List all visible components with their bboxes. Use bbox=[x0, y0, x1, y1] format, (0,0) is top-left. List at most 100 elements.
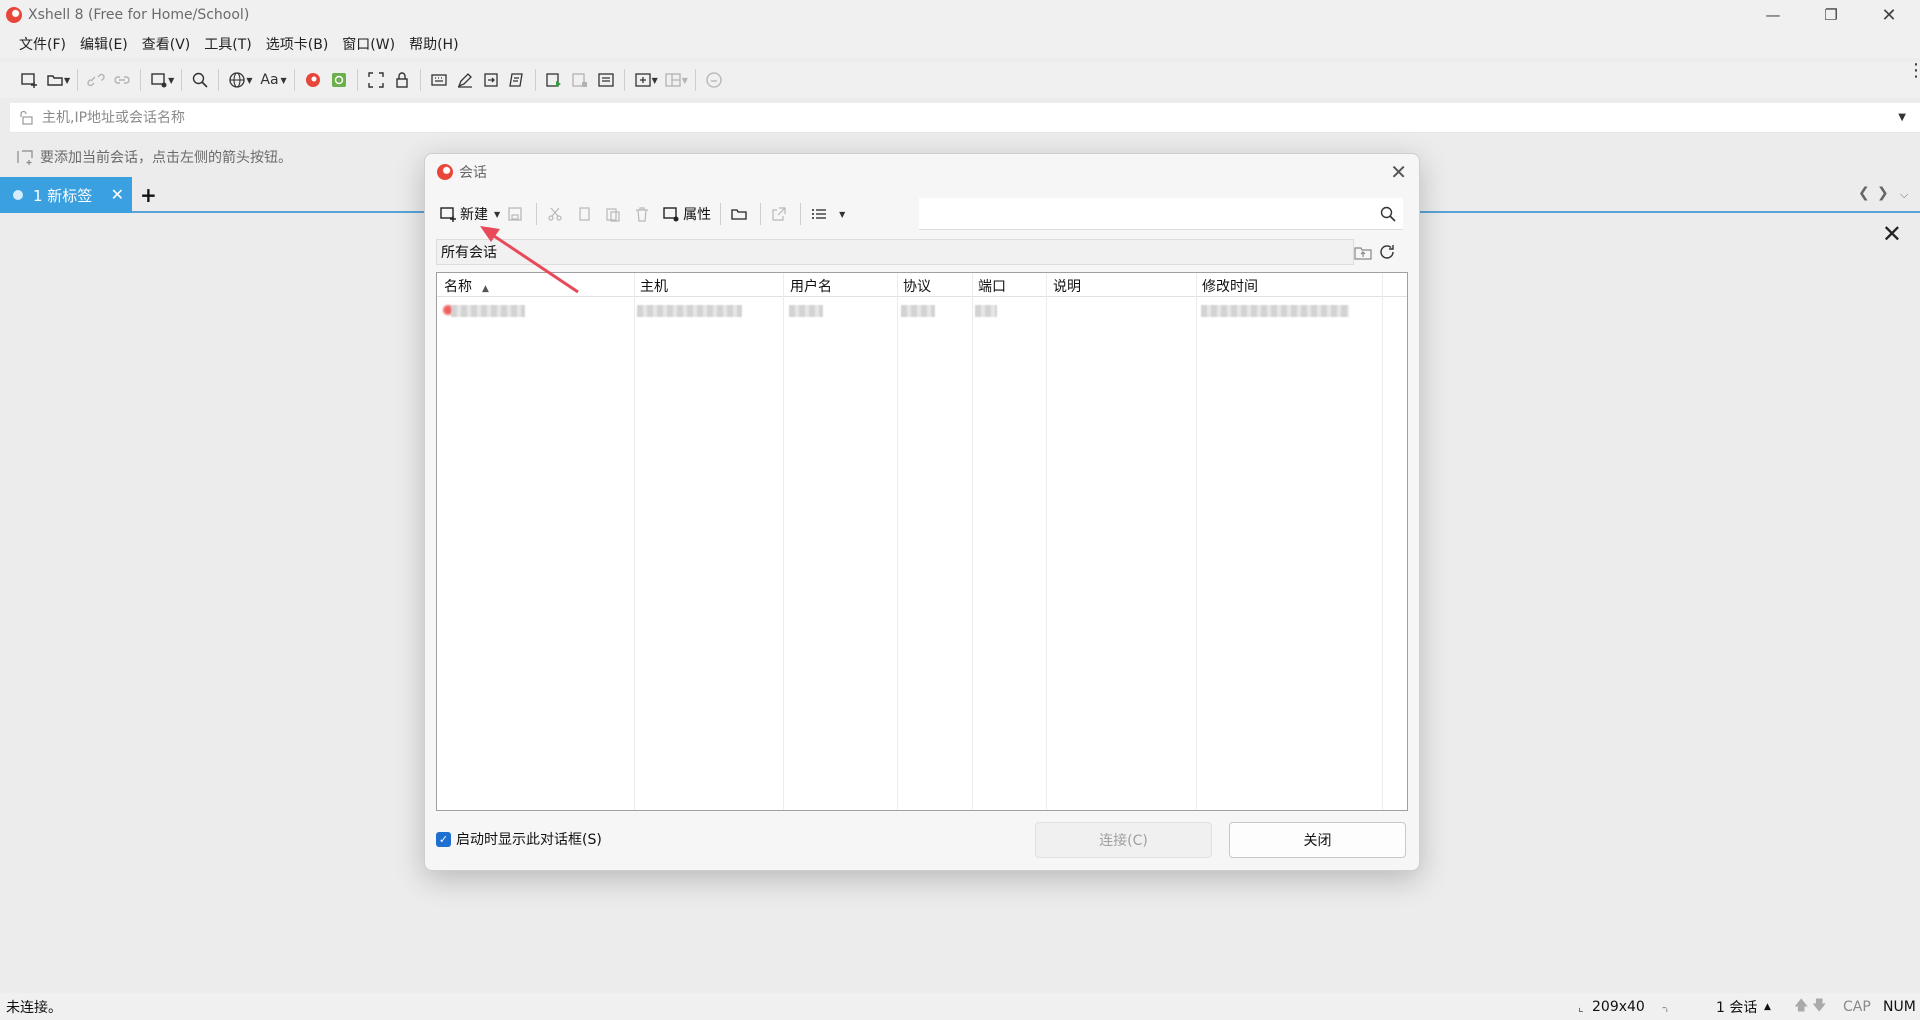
reconnect-link-icon[interactable] bbox=[109, 67, 135, 93]
menu-view[interactable]: 查看(V) bbox=[135, 34, 198, 54]
tab-prev-icon[interactable]: ❮ bbox=[1858, 185, 1870, 201]
tab-next-icon[interactable]: ❯ bbox=[1877, 185, 1889, 201]
num-lock-indicator: NUM bbox=[1883, 998, 1916, 1015]
close-panel-icon[interactable]: ✕ bbox=[1882, 220, 1902, 248]
menu-window[interactable]: 窗口(W) bbox=[335, 34, 402, 54]
copy-icon[interactable] bbox=[571, 200, 600, 228]
transfer-icon[interactable] bbox=[478, 67, 504, 93]
connect-button[interactable]: 连接(C) bbox=[1035, 822, 1212, 858]
scroll-down-icon[interactable]: 🡇 bbox=[1812, 995, 1826, 1019]
open-folder-icon[interactable] bbox=[726, 200, 755, 228]
fullscreen-icon[interactable] bbox=[363, 67, 389, 93]
redacted-port-cell bbox=[975, 305, 997, 317]
close-dialog-button[interactable]: 关闭 bbox=[1229, 822, 1406, 858]
save-icon[interactable] bbox=[502, 200, 531, 228]
new-session-label: 新建 bbox=[460, 207, 488, 223]
find-icon[interactable] bbox=[187, 67, 213, 93]
cursor-pos-icon: ⌍ bbox=[1662, 999, 1672, 1014]
dialog-title-bar: 会话 ✕ bbox=[425, 154, 1419, 190]
delete-icon[interactable] bbox=[629, 200, 658, 228]
xftp-icon[interactable] bbox=[326, 67, 352, 93]
properties-button[interactable]: 属性 bbox=[658, 200, 715, 228]
tab-list-icon[interactable]: ⌵ bbox=[1900, 188, 1908, 202]
show-on-startup-label: 启动时显示此对话框(S) bbox=[456, 832, 602, 848]
add-session-arrow-icon[interactable] bbox=[16, 148, 34, 166]
dialog-toolbar-separator bbox=[536, 203, 538, 225]
refresh-icon[interactable] bbox=[1377, 242, 1397, 262]
checkbox-checked-icon[interactable]: ✓ bbox=[436, 831, 451, 847]
tab-group-dropdown-icon[interactable]: ▼ bbox=[652, 76, 658, 85]
address-input[interactable] bbox=[42, 109, 1842, 126]
scroll-up-icon[interactable]: 🡅 bbox=[1794, 995, 1808, 1019]
toolbar-separator bbox=[534, 69, 536, 91]
show-on-startup-checkbox[interactable]: ✓ 启动时显示此对话框(S) bbox=[436, 829, 602, 849]
disconnect-link-icon[interactable] bbox=[83, 67, 109, 93]
toolbar-separator bbox=[356, 69, 358, 91]
open-dropdown-icon[interactable]: ▼ bbox=[64, 76, 70, 85]
col-header-modified[interactable]: 修改时间 bbox=[1202, 276, 1258, 296]
toolbar-separator bbox=[181, 69, 183, 91]
lock-icon[interactable] bbox=[389, 67, 415, 93]
restore-button[interactable]: ❐ bbox=[1802, 0, 1860, 30]
col-header-description[interactable]: 说明 bbox=[1053, 276, 1081, 296]
redacted-modified-cell bbox=[1201, 305, 1349, 317]
toolbar-separator bbox=[218, 69, 220, 91]
menu-tabs[interactable]: 选项卡(B) bbox=[259, 34, 336, 54]
caps-lock-indicator: CAP bbox=[1843, 998, 1871, 1015]
hint-text: 要添加当前会话，点击左侧的箭头按钮。 bbox=[40, 150, 292, 166]
session-search-input[interactable] bbox=[925, 205, 1365, 222]
chat-icon[interactable] bbox=[701, 67, 727, 93]
paste-icon[interactable] bbox=[600, 200, 629, 228]
encoding-dropdown-icon[interactable]: ▼ bbox=[246, 76, 252, 85]
redacted-protocol-cell bbox=[901, 305, 935, 317]
col-header-host[interactable]: 主机 bbox=[640, 276, 668, 296]
new-dropdown-icon[interactable]: ▼ bbox=[494, 210, 500, 219]
keyboard-icon[interactable] bbox=[426, 67, 452, 93]
xshell-logo-icon bbox=[6, 7, 22, 23]
address-lock-icon bbox=[20, 110, 33, 125]
session-list-header: 名称 ▲ 主机 用户名 协议 端口 说明 修改时间 bbox=[437, 273, 1407, 297]
session-list[interactable]: 名称 ▲ 主机 用户名 协议 端口 说明 修改时间 bbox=[436, 272, 1408, 811]
new-session-icon[interactable] bbox=[16, 67, 42, 93]
dialog-close-icon[interactable]: ✕ bbox=[1390, 160, 1407, 184]
col-header-protocol[interactable]: 协议 bbox=[903, 276, 931, 296]
cut-icon[interactable] bbox=[542, 200, 571, 228]
col-header-username[interactable]: 用户名 bbox=[790, 276, 832, 296]
start-log-icon[interactable] bbox=[541, 67, 567, 93]
menu-help[interactable]: 帮助(H) bbox=[402, 34, 465, 54]
export-icon[interactable] bbox=[766, 200, 795, 228]
font-dropdown-icon[interactable]: ▼ bbox=[280, 76, 286, 85]
script-icon[interactable] bbox=[504, 67, 530, 93]
view-dropdown-icon[interactable]: ▼ bbox=[839, 210, 845, 219]
search-icon[interactable] bbox=[1379, 205, 1397, 223]
layout-dropdown-icon[interactable]: ▼ bbox=[682, 76, 688, 85]
parent-folder-icon[interactable] bbox=[1353, 242, 1373, 262]
notes-icon[interactable] bbox=[593, 67, 619, 93]
tab-close-icon[interactable]: ✕ bbox=[111, 185, 124, 204]
stop-log-icon[interactable] bbox=[567, 67, 593, 93]
more-options-icon[interactable]: ⋮ bbox=[1907, 62, 1920, 80]
session-count[interactable]: 1 会话 bbox=[1716, 997, 1757, 1017]
properties-label: 属性 bbox=[683, 207, 712, 223]
dialog-toolbar: 新建 ▼ 属性 ▼ bbox=[435, 196, 1411, 232]
properties-dropdown-icon[interactable]: ▼ bbox=[168, 76, 174, 85]
minimize-button[interactable]: — bbox=[1744, 0, 1802, 30]
terminal-size: 209x40 bbox=[1592, 998, 1645, 1015]
menu-edit[interactable]: 编辑(E) bbox=[73, 34, 135, 54]
menu-file[interactable]: 文件(F) bbox=[12, 34, 73, 54]
view-list-icon[interactable] bbox=[806, 200, 835, 228]
col-header-name[interactable]: 名称 ▲ bbox=[444, 276, 489, 296]
tab-new-1[interactable]: 1 新标签 ✕ bbox=[0, 177, 132, 213]
menu-tools[interactable]: 工具(T) bbox=[197, 34, 258, 54]
column-divider bbox=[897, 273, 898, 810]
col-header-port[interactable]: 端口 bbox=[978, 276, 1006, 296]
close-window-button[interactable]: ✕ bbox=[1860, 0, 1918, 30]
compose-pen-icon[interactable] bbox=[452, 67, 478, 93]
toolbar-separator bbox=[623, 69, 625, 91]
session-count-caret-icon[interactable]: ▲ bbox=[1764, 1002, 1771, 1012]
add-tab-icon[interactable]: + bbox=[140, 183, 157, 207]
xshell-icon[interactable] bbox=[300, 67, 326, 93]
address-dropdown-icon[interactable]: ▼ bbox=[1898, 112, 1906, 123]
sessions-dialog: 会话 ✕ 新建 ▼ 属性 ▼ 所有会话 名称 ▲ 主机 用户名 协议 端口 说明… bbox=[424, 153, 1420, 871]
new-session-button[interactable]: 新建 bbox=[435, 200, 492, 228]
